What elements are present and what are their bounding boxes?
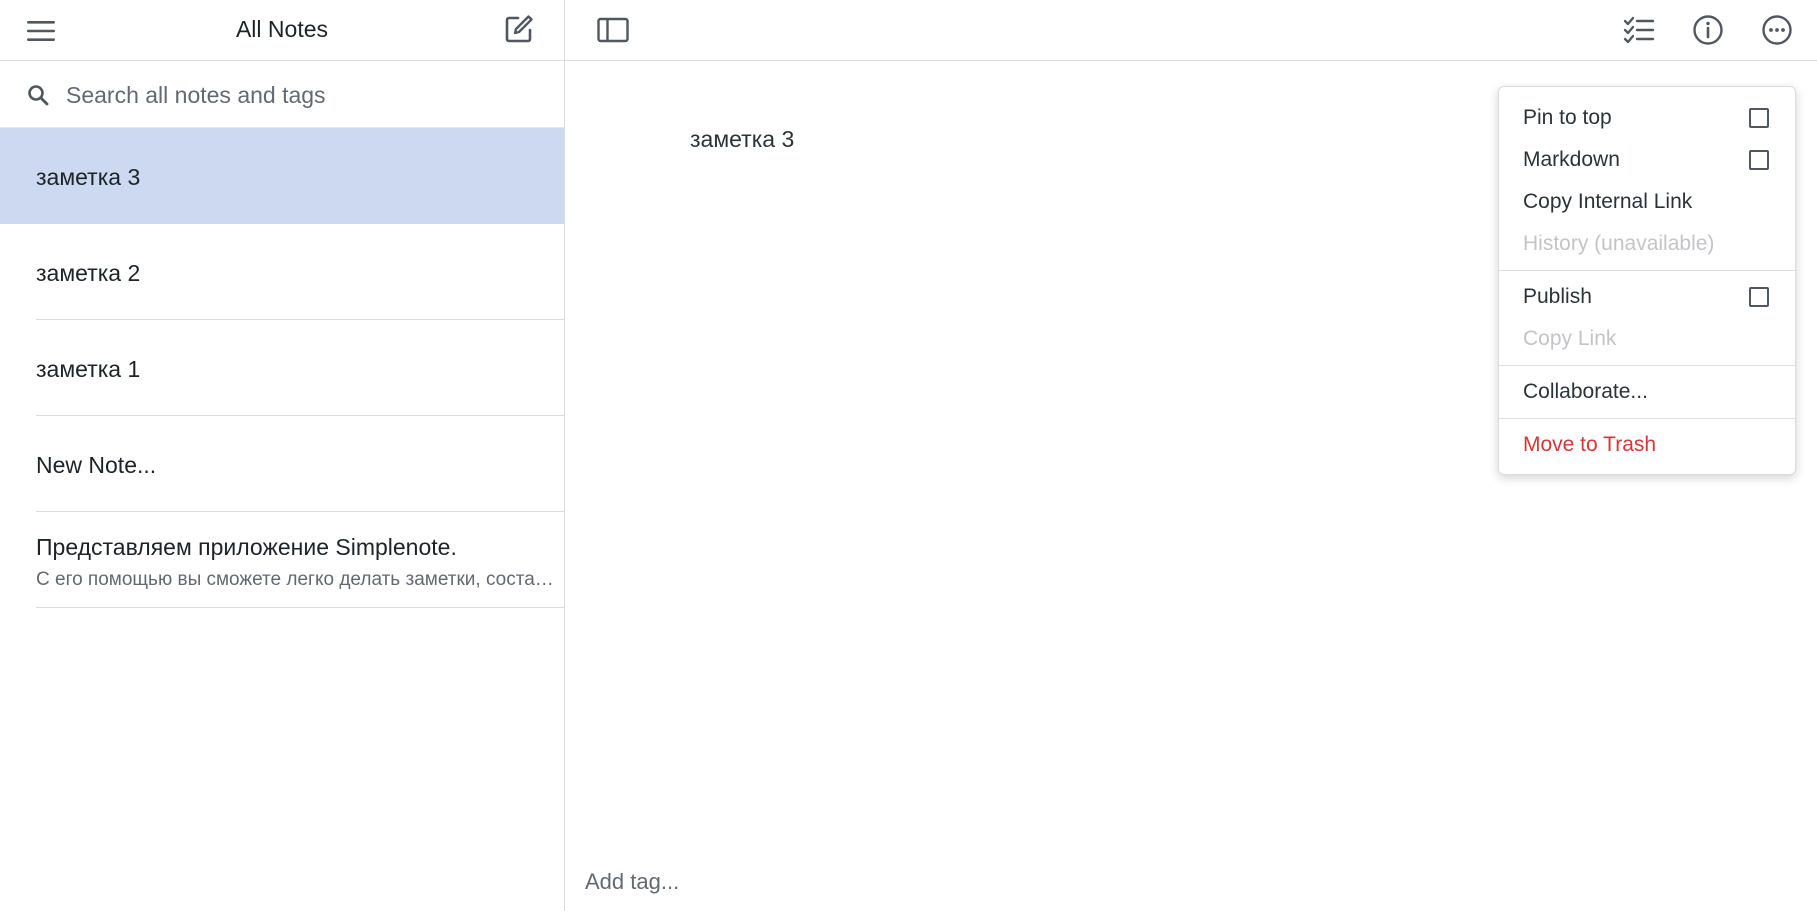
insert-checklist-button[interactable]: [1618, 10, 1660, 50]
note-list-item[interactable]: New Note...: [0, 416, 564, 512]
note-list-item[interactable]: заметка 2: [0, 224, 564, 320]
checklist-icon: [1623, 16, 1655, 44]
menu-divider: [1499, 418, 1795, 419]
menu-item-publish[interactable]: Publish: [1499, 276, 1795, 318]
menu-item-label: Copy Internal Link: [1523, 190, 1693, 213]
pin-to-top-checkbox[interactable]: [1749, 108, 1769, 128]
menu-divider: [1499, 270, 1795, 271]
info-button[interactable]: [1687, 9, 1729, 51]
sidebar-toggle-icon: [597, 17, 629, 43]
new-note-icon: [505, 15, 533, 43]
note-title: New Note...: [36, 452, 157, 478]
toggle-sidebar-button[interactable]: [593, 10, 633, 50]
menu-item-label: Markdown: [1523, 148, 1620, 171]
menu-item-collaborate[interactable]: Collaborate...: [1499, 371, 1795, 413]
menu-item-move-to-trash[interactable]: Move to Trash: [1499, 424, 1795, 466]
note-list-item[interactable]: заметка 3: [0, 128, 564, 224]
add-tag-input[interactable]: [583, 865, 1183, 899]
menu-item-label: Publish: [1523, 285, 1592, 308]
note-list-item[interactable]: заметка 1: [0, 320, 564, 416]
sidebar-header: All Notes: [0, 0, 564, 61]
menu-item-label: Collaborate...: [1523, 380, 1648, 403]
note-title: Представляем приложение Simplenote.: [36, 534, 457, 560]
sidebar-title: All Notes: [235, 16, 329, 42]
more-actions-button[interactable]: [1756, 9, 1798, 51]
note-list-sidebar: All Notes заметка 3 заметка 2 заметка 1: [0, 0, 565, 911]
search-input[interactable]: [64, 75, 544, 115]
search-icon: [28, 85, 49, 106]
publish-checkbox[interactable]: [1749, 287, 1769, 307]
menu-item-label: History (unavailable): [1523, 232, 1715, 255]
info-icon: [1693, 15, 1723, 45]
note-list-item[interactable]: Представляем приложение Simplenote. С ег…: [0, 512, 564, 608]
menu-item-copy-internal-link[interactable]: Copy Internal Link: [1499, 181, 1795, 223]
editor-toolbar: [565, 0, 1817, 61]
note-title: заметка 1: [36, 356, 141, 382]
search-bar: [0, 61, 564, 128]
note-actions-menu: Pin to top Markdown Copy Internal Link H…: [1498, 86, 1796, 475]
menu-divider: [1499, 365, 1795, 366]
more-icon: [1762, 15, 1792, 45]
menu-item-label: Move to Trash: [1523, 433, 1657, 456]
note-divider: [36, 607, 564, 608]
note-list: заметка 3 заметка 2 заметка 1 New Note..…: [0, 128, 564, 608]
menu-item-label: Pin to top: [1523, 106, 1612, 129]
note-title: заметка 3: [36, 164, 141, 190]
menu-item-markdown[interactable]: Markdown: [1499, 139, 1795, 181]
menu-item-pin-to-top[interactable]: Pin to top: [1499, 97, 1795, 139]
menu-item-label: Copy Link: [1523, 327, 1617, 350]
markdown-checkbox[interactable]: [1749, 150, 1769, 170]
note-title: заметка 2: [36, 260, 141, 286]
new-note-button[interactable]: [500, 10, 538, 48]
menu-item-copy-link: Copy Link: [1499, 318, 1795, 360]
note-editor[interactable]: заметка 3: [690, 126, 794, 153]
note-preview: С его помощью вы сможете легко делать за…: [36, 569, 554, 590]
menu-item-history: History (unavailable): [1499, 223, 1795, 265]
